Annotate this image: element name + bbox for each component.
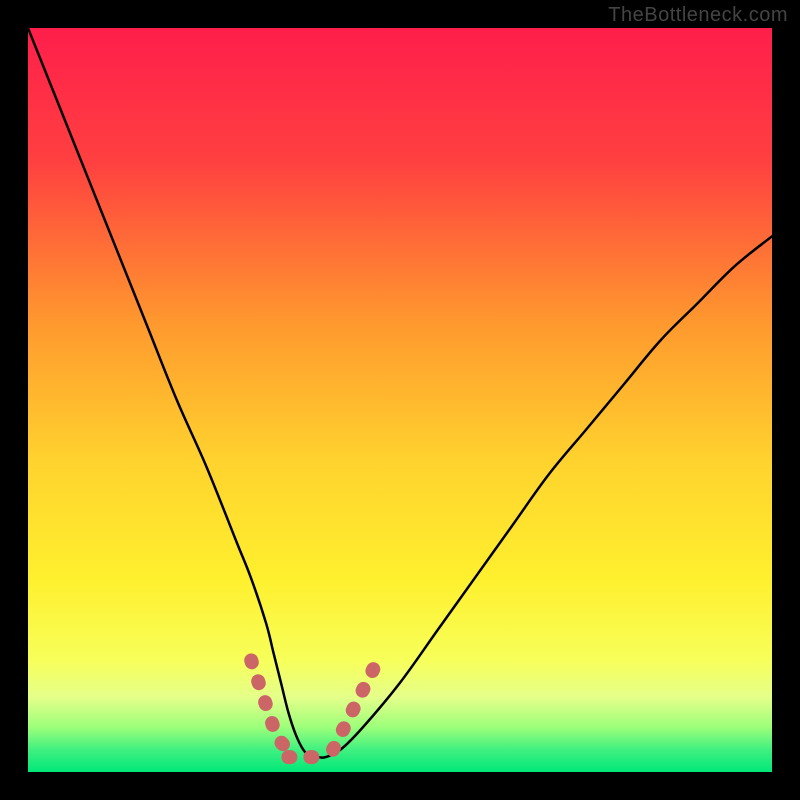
plot-area [28,28,772,772]
chart-stage: TheBottleneck.com [0,0,800,800]
gradient-background [28,28,772,772]
chart-svg [28,28,772,772]
watermark-text: TheBottleneck.com [608,4,788,27]
